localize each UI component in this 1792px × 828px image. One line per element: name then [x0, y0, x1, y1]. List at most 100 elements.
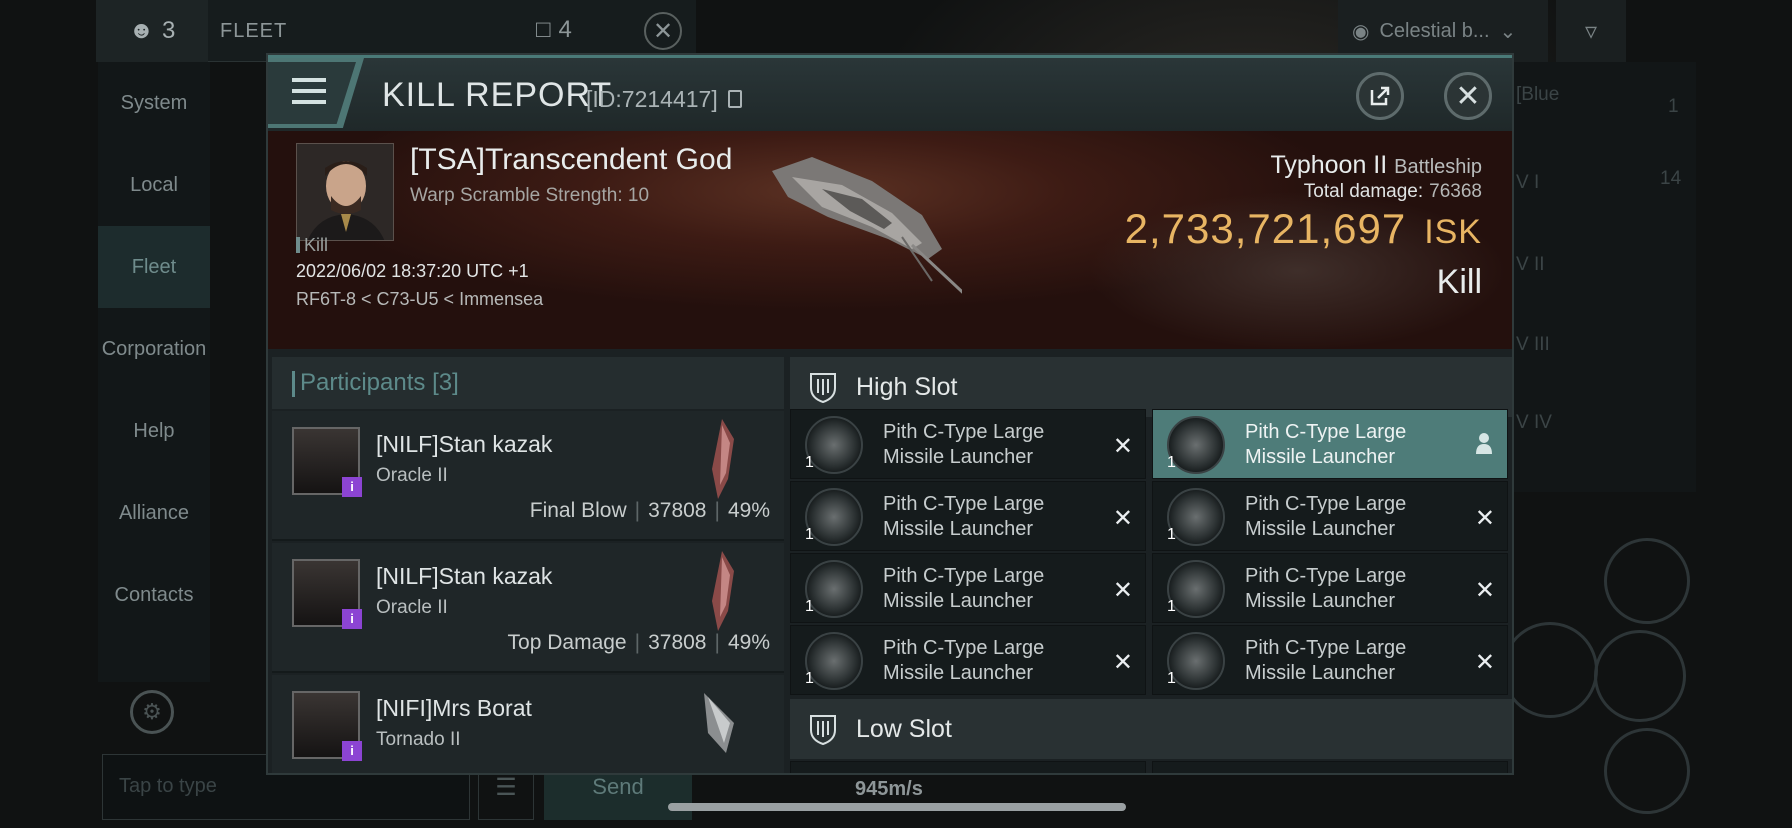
stat-divider: |: [714, 631, 720, 654]
module-slot[interactable]: 1 Pith C-Type Large Missile Launcher ✕: [790, 409, 1146, 479]
module-button-icon[interactable]: [1502, 622, 1598, 718]
victim-portrait[interactable]: [296, 143, 394, 241]
participant-name: [NILF]Stan kazak: [376, 431, 553, 457]
copy-icon[interactable]: [728, 90, 742, 108]
participant-name: [NIFI]Mrs Borat: [376, 695, 532, 721]
kill-report-title: KILL REPORT: [382, 76, 613, 114]
gear-icon[interactable]: ⚙: [130, 690, 174, 734]
close-button[interactable]: ✕: [1444, 72, 1492, 120]
info-badge-icon[interactable]: i: [342, 609, 362, 629]
module-qty: 1: [805, 526, 814, 543]
kill-tag: Kill: [296, 235, 328, 256]
module-qty: 1: [1167, 454, 1176, 471]
oracle-ship-icon: [712, 551, 734, 631]
dropped-person-icon: [1476, 433, 1492, 454]
module-slot-partial[interactable]: [1152, 761, 1508, 773]
speed-readout: 945m/s: [855, 778, 923, 800]
module-name: Pith C-Type Large Missile Launcher: [1245, 493, 1407, 540]
home-indicator: [668, 803, 1126, 811]
fleet-member-count[interactable]: ☻ 3: [96, 0, 208, 62]
module-slot[interactable]: 1 Pith C-Type Large Missile Launcher ✕: [790, 481, 1146, 551]
module-qty: 1: [805, 670, 814, 687]
ship-name[interactable]: Typhoon II Battleship: [1270, 151, 1482, 180]
participant-name: [NILF]Stan kazak: [376, 563, 553, 589]
module-button-icon[interactable]: [1594, 630, 1686, 722]
participant-ship: Oracle II: [376, 465, 448, 486]
sidebar-item-fleet[interactable]: Fleet: [98, 226, 210, 308]
sidebar-item-system[interactable]: System: [98, 62, 210, 144]
module-slot[interactable]: 1 Pith C-Type Large Missile Launcher ✕: [1152, 625, 1508, 695]
isk-unit: ISK: [1424, 213, 1482, 251]
kill-location[interactable]: RF6T-8 < C73-U5 < Immensea: [296, 289, 543, 310]
destroyed-x-icon: ✕: [1474, 577, 1495, 604]
chat-sidebar: System Local Fleet Corporation Help Alli…: [98, 62, 210, 682]
destroyed-x-icon: ✕: [1112, 505, 1133, 532]
share-icon: [1370, 86, 1390, 106]
sidebar-item-corporation[interactable]: Corporation: [98, 308, 210, 390]
overview-count: 1: [1668, 96, 1679, 117]
kill-report-header: KILL REPORT [ID:7214417] ✕: [268, 55, 1512, 131]
tornado-ship-icon: [704, 693, 734, 753]
participant-ship: Oracle II: [376, 597, 448, 618]
module-qty: 1: [805, 598, 814, 615]
participant-row[interactable]: i [NILF]Stan kazak Oracle II Top Damage |…: [272, 543, 784, 673]
ship-image[interactable]: [762, 141, 962, 301]
fleet-close-icon[interactable]: ✕: [644, 12, 682, 50]
victim-name[interactable]: [TSA]Transcendent God: [410, 143, 732, 177]
sidebar-item-local[interactable]: Local: [98, 144, 210, 226]
isk-value: 2,733,721,697 ISK: [1124, 205, 1482, 252]
eye-icon: ◉: [1352, 20, 1370, 43]
high-slot-header: High Slot: [790, 357, 1512, 417]
participant-stats: Top Damage | 37808 | 49%: [508, 631, 770, 655]
overview-count: 14: [1660, 168, 1682, 189]
module-button-icon[interactable]: [1604, 728, 1690, 814]
chevron-down-icon: ⌄: [1499, 20, 1517, 43]
module-slot-partial[interactable]: [790, 761, 1146, 773]
warp-scramble-strength: Warp Scramble Strength: 10: [410, 185, 650, 206]
module-slot[interactable]: 1 Pith C-Type Large Missile Launcher ✕: [790, 553, 1146, 623]
kill-report-id: [ID:7214417]: [586, 86, 718, 112]
destroyed-x-icon: ✕: [1112, 577, 1133, 604]
low-slot-header: Low Slot: [790, 699, 1512, 759]
stat-divider: |: [634, 631, 641, 654]
overview-text: V III: [1516, 334, 1550, 355]
participant-percent: 49%: [727, 499, 770, 522]
module-slot[interactable]: 1 Pith C-Type Large Missile Launcher ✕: [1152, 481, 1508, 551]
sidebar-item-contacts[interactable]: Contacts: [98, 554, 210, 636]
total-damage: Total damage: 76368: [1303, 181, 1482, 202]
fleet-window-count[interactable]: □ 4: [536, 16, 572, 44]
info-badge-icon[interactable]: i: [342, 477, 362, 497]
overview-text: [Blue: [1516, 84, 1560, 105]
info-badge-icon[interactable]: i: [342, 741, 362, 761]
share-button[interactable]: [1356, 72, 1404, 120]
sidebar-item-help[interactable]: Help: [98, 390, 210, 472]
module-qty: 1: [1167, 598, 1176, 615]
window-icon: □: [536, 16, 551, 43]
participant-row[interactable]: i [NILF]Stan kazak Oracle II Final Blow |…: [272, 411, 784, 541]
destroyed-x-icon: ✕: [1112, 649, 1133, 676]
person-icon: ☻: [128, 17, 154, 44]
participant-ship: Tornado II: [376, 729, 461, 750]
module-name: Pith C-Type Large Missile Launcher: [883, 565, 1045, 612]
low-slot-icon: [810, 715, 836, 745]
participant-role: Top Damage: [507, 631, 627, 654]
module-slot[interactable]: 1 Pith C-Type Large Missile Launcher ✕: [790, 625, 1146, 695]
fleet-label: FLEET: [220, 20, 288, 42]
high-slot-icon: [810, 373, 836, 403]
hamburger-icon[interactable]: [292, 78, 326, 104]
module-qty: 1: [1167, 670, 1176, 687]
sidebar-item-alliance[interactable]: Alliance: [98, 472, 210, 554]
kill-report-modal: KILL REPORT [ID:7214417] ✕ [TSA]Transcen…: [266, 53, 1514, 775]
module-name: Pith C-Type Large Missile Launcher: [1245, 421, 1407, 468]
module-qty: 1: [805, 454, 814, 471]
stat-divider: |: [634, 499, 641, 522]
destroyed-x-icon: ✕: [1474, 505, 1495, 532]
module-qty: 1: [1167, 526, 1176, 543]
swap-icon[interactable]: [1604, 538, 1690, 624]
module-slot[interactable]: 1 Pith C-Type Large Missile Launcher: [1152, 409, 1508, 479]
module-slot[interactable]: 1 Pith C-Type Large Missile Launcher ✕: [1152, 553, 1508, 623]
module-name: Pith C-Type Large Missile Launcher: [1245, 637, 1407, 684]
filter-icon[interactable]: ▿: [1556, 0, 1626, 62]
oracle-ship-icon: [712, 419, 734, 499]
participant-row[interactable]: i [NIFI]Mrs Borat Tornado II: [272, 675, 784, 773]
